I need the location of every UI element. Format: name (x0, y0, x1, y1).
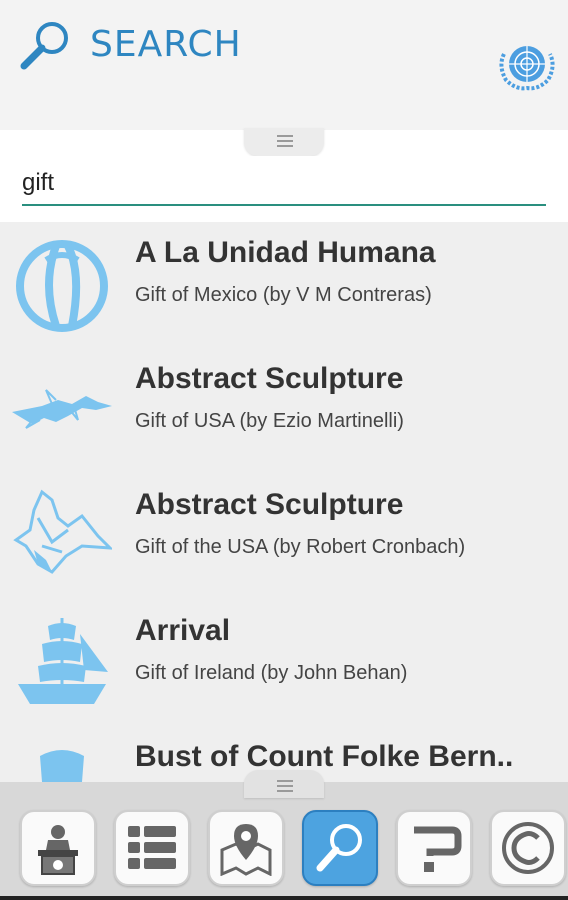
search-input[interactable] (22, 166, 546, 206)
result-subtitle: Gift of the USA (by Robert Cronbach) (135, 536, 466, 558)
tab-map[interactable] (208, 810, 284, 886)
result-title: Arrival (135, 614, 231, 647)
question-icon (414, 826, 462, 872)
un-emblem-icon (499, 46, 555, 91)
tab-list[interactable] (114, 810, 190, 886)
sphere-sculpture-icon (16, 240, 108, 332)
top-drawer-handle[interactable] (244, 128, 324, 156)
app-header: SEARCH (0, 0, 568, 130)
search-icon (316, 824, 362, 872)
result-item-a-la-unidad-humana[interactable]: A La Unidad Humana Gift of Mexico (by V … (0, 222, 568, 348)
result-title: A La Unidad Humana (135, 236, 436, 269)
tab-search[interactable] (302, 810, 378, 886)
screen-bottom-edge (0, 896, 568, 900)
result-title: Abstract Sculpture (135, 362, 404, 395)
abstract-sculpture-2-icon (13, 489, 112, 574)
result-item-abstract-sculpture-1[interactable]: Abstract Sculpture Gift of USA (by Ezio … (0, 348, 568, 474)
abstract-sculpture-icon (12, 389, 112, 429)
copyright-icon (502, 822, 554, 874)
map-pin-icon (220, 824, 272, 876)
magnifier-icon (20, 22, 68, 70)
handle-lines-icon (277, 135, 293, 147)
result-item-abstract-sculpture-2[interactable]: Abstract Sculpture Gift of the USA (by R… (0, 474, 568, 600)
list-icon (128, 826, 176, 869)
result-subtitle: Gift of USA (by Ezio Martinelli) (135, 410, 404, 432)
result-title: Abstract Sculpture (135, 488, 404, 521)
result-subtitle: Gift of Mexico (by V M Contreras) (135, 284, 432, 306)
bottom-drawer-handle[interactable] (244, 770, 324, 798)
result-subtitle: Gift of Ireland (by John Behan) (135, 662, 408, 684)
bust-icon (40, 750, 84, 782)
tab-help[interactable] (396, 810, 472, 886)
ship-icon (18, 618, 108, 704)
tab-copyright[interactable] (490, 810, 566, 886)
handle-lines-icon (277, 780, 293, 792)
results-list: A La Unidad Humana Gift of Mexico (by V … (0, 222, 568, 782)
tab-info-desk[interactable] (20, 810, 96, 886)
info-desk-icon (38, 825, 78, 875)
search-area (0, 156, 568, 222)
page-title: SEARCH (90, 24, 242, 65)
result-title: Bust of Count Folke Bern.. (135, 740, 514, 773)
bottom-tab-bar (0, 782, 568, 900)
result-item-arrival[interactable]: Arrival Gift of Ireland (by John Behan) (0, 600, 568, 726)
